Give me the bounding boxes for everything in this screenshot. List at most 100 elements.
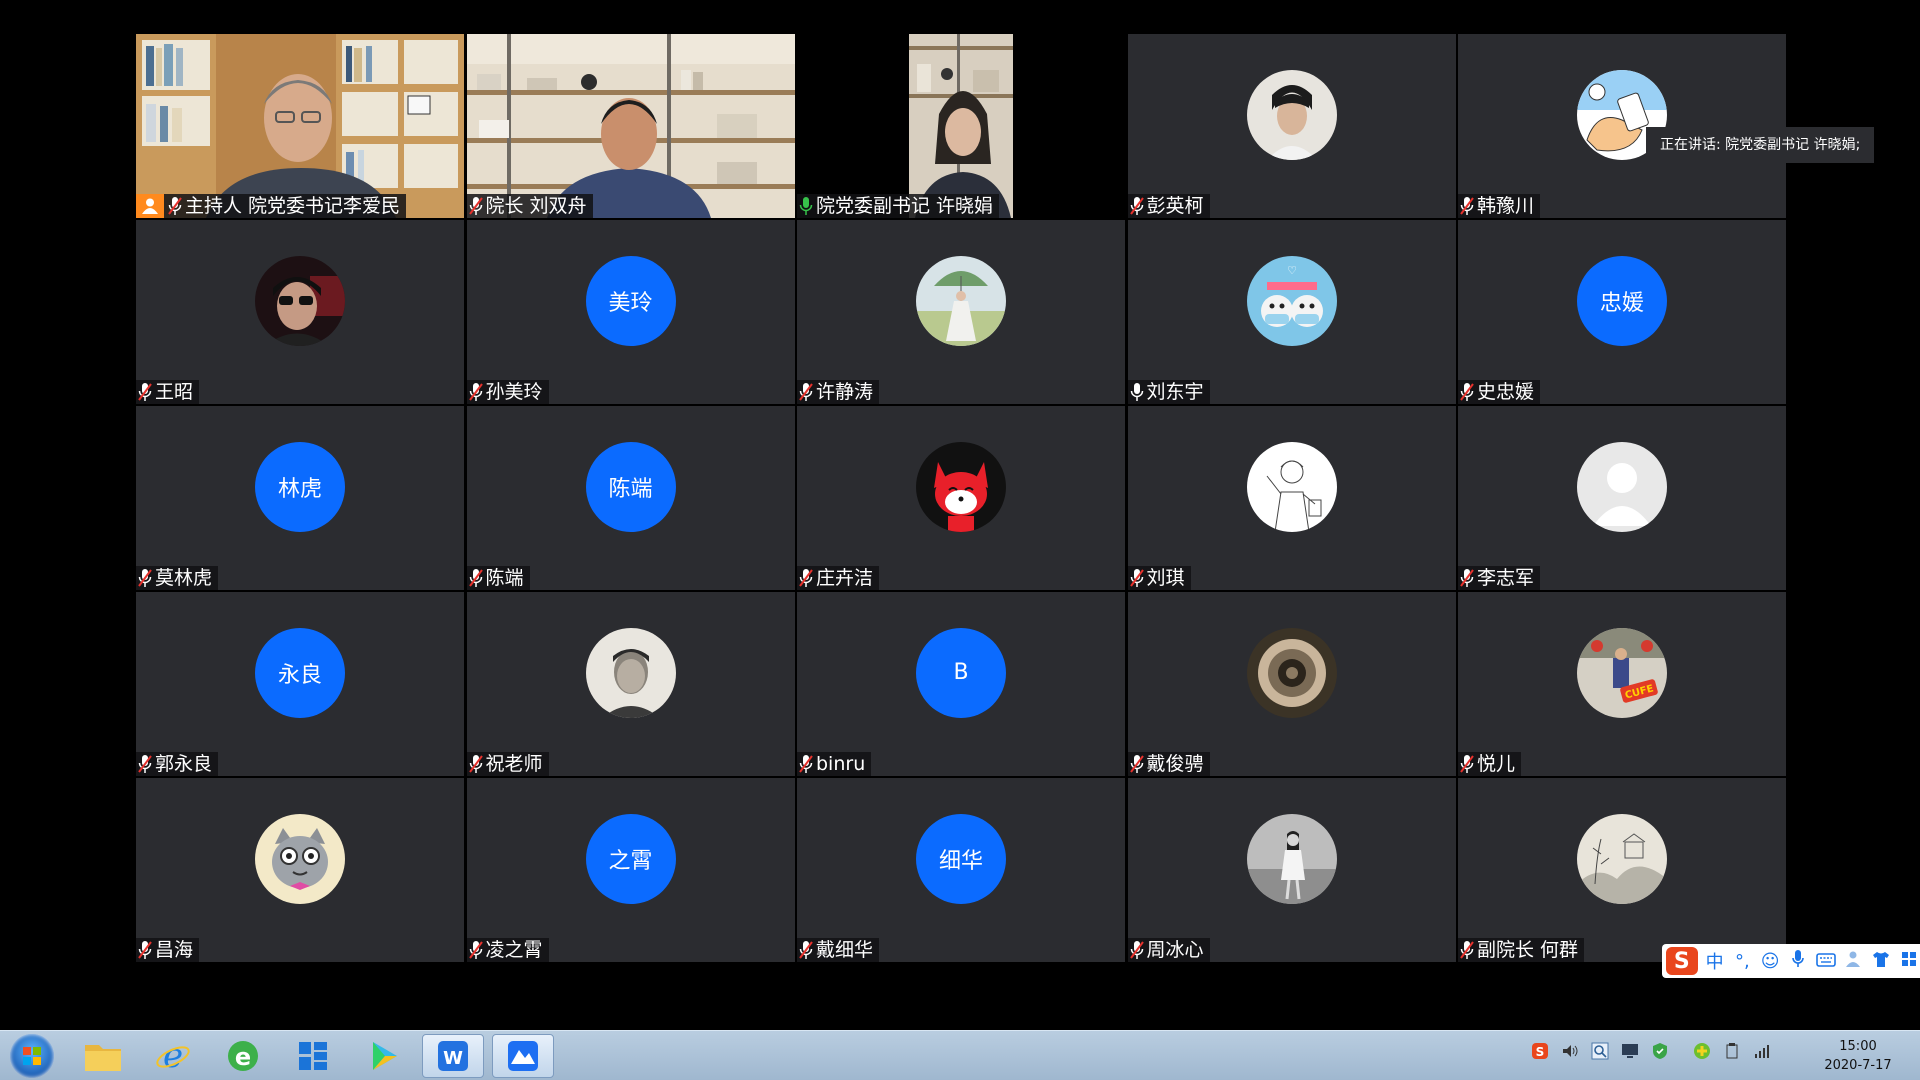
participant-video [797,34,1125,218]
mic-muted-icon [1460,568,1477,588]
screen: 主持人 院党委书记李爱民 院长 刘双舟 院党委副书记 许晓娟 彭英柯 韩豫川 王昭 美玲 孙美… [0,0,1920,1080]
participant-tile[interactable]: 李志军 [1458,406,1786,590]
avatar-initials: 林虎 [255,441,345,532]
mic-muted-icon [468,568,486,588]
participant-name-bar: binru [797,752,872,776]
ie-green-icon[interactable]: e [212,1034,274,1078]
svg-text:♡: ♡ [1287,264,1297,277]
avatar [916,441,1006,532]
avatar [585,627,676,718]
mic-muted-icon [1129,568,1147,588]
sogou-logo-icon[interactable]: S [1666,947,1698,975]
participant-tile[interactable]: 许静涛 [797,220,1125,404]
system-tray: S [1530,1041,1772,1061]
mic-muted-icon [1460,382,1477,402]
participant-tile[interactable]: 院长 刘双舟 [466,34,795,218]
participant-tile[interactable]: 院党委副书记 许晓娟 [797,34,1125,218]
participant-name-bar: 庄卉洁 [797,566,880,590]
shield-icon[interactable] [1650,1041,1670,1061]
participant-name-bar: 戴细华 [797,938,880,962]
svg-text:S: S [1536,1045,1545,1059]
file-explorer-icon[interactable] [72,1034,134,1078]
signal-icon[interactable] [1752,1041,1772,1061]
wps-icon[interactable]: W [422,1034,484,1078]
participant-tile[interactable]: 主持人 院党委书记李爱民 [136,34,464,218]
participant-name: 周冰心 [1146,939,1204,961]
participant-name: binru [816,753,866,775]
mic-muted-icon [468,754,486,774]
speaking-notice: 正在讲话: 院党委副书记 许晓娟; [1646,127,1875,163]
avatar [1246,441,1337,532]
participant-tile[interactable]: 林虎 莫林虎 [136,406,464,590]
participant-name: 彭英柯 [1146,195,1204,217]
avatar [255,255,345,346]
participant-tile[interactable]: Bbinru [797,592,1125,776]
participant-name: 院党委副书记 许晓娟 [816,195,994,217]
svg-text:W: W [443,1048,463,1069]
ime-skin-shirt-icon[interactable] [1870,950,1892,973]
avatar [1246,69,1337,160]
internet-explorer-icon[interactable]: e [142,1034,204,1078]
mic-muted-icon [799,568,816,588]
participant-name-bar: 史忠媛 [1458,380,1541,404]
participant-name-bar: 祝老师 [466,752,549,776]
tencent-meeting-icon[interactable] [492,1034,554,1078]
display-icon[interactable] [1620,1041,1640,1061]
participant-tile[interactable]: 王昭 [136,220,464,404]
mic-icon [1130,382,1147,402]
participant-tile[interactable]: 戴俊骋 [1127,592,1456,776]
ime-keyboard-icon[interactable] [1815,951,1837,972]
avatar [1577,441,1667,532]
participant-tile[interactable]: 陈端 陈端 [466,406,795,590]
participant-tile[interactable]: 祝老师 [466,592,795,776]
participant-tile[interactable]: CUFE 悦儿 [1458,592,1786,776]
participant-tile[interactable]: 昌海 [136,778,464,962]
mic-muted-icon [1460,940,1477,960]
participant-name: 主持人 院党委书记李爱民 [185,195,401,217]
participant-tile[interactable]: 刘琪 [1127,406,1456,590]
participant-name-bar: 凌之霄 [466,938,549,962]
start-icon[interactable] [10,1034,54,1078]
ime-emoji-icon[interactable]: ☺ [1759,951,1781,972]
participant-tile[interactable]: 副院长 何群 [1458,778,1786,962]
ime-person-icon[interactable] [1843,950,1865,973]
participant-name-bar: 孙美玲 [466,380,549,404]
ime-chinese-mode[interactable]: 中 [1704,948,1726,974]
ime-mic-icon[interactable] [1787,949,1809,974]
ime-toolbar[interactable]: S 中 °, ☺ [1662,944,1920,978]
participant-tile[interactable]: 韩豫川 [1458,34,1786,218]
mic-active-icon [799,196,816,216]
mic-muted-icon [138,568,155,588]
ime-toolbox-grid-icon[interactable] [1898,951,1920,972]
participant-name: 李志军 [1477,567,1535,589]
participant-name-bar: 悦儿 [1458,752,1522,776]
participant-tile[interactable]: 细华 戴细华 [797,778,1125,962]
participant-tile[interactable]: 周冰心 [1127,778,1456,962]
participant-tile[interactable]: 忠媛 史忠媛 [1458,220,1786,404]
participant-tile[interactable]: ♡ 刘东宇 [1127,220,1456,404]
network-plus-icon[interactable] [1692,1041,1712,1061]
sogou-tray-icon[interactable]: S [1530,1041,1550,1061]
participant-video [466,34,795,218]
volume-icon[interactable] [1560,1041,1580,1061]
participant-tile[interactable]: 美玲孙美玲 [466,220,795,404]
clock-date: 2020-7-17 [1824,1058,1892,1073]
clock[interactable]: 15:00 2020-7-17 [1808,1037,1908,1075]
mic-muted-icon [799,382,816,402]
player-icon[interactable] [352,1034,414,1078]
tiles-icon[interactable] [282,1034,344,1078]
participant-tile[interactable]: 庄卉洁 [797,406,1125,590]
participant-name-bar: 副院长 何群 [1458,938,1585,962]
ime-punctuation[interactable]: °, [1731,951,1753,972]
avatar [1577,813,1667,904]
participant-name-bar: 李志军 [1458,566,1541,590]
participant-tile[interactable]: 彭英柯 [1127,34,1456,218]
search-tray-icon[interactable] [1590,1041,1610,1061]
participant-tile[interactable]: 之霄 凌之霄 [466,778,795,962]
participant-name: 凌之霄 [485,939,543,961]
participant-tile[interactable]: 永良 郭永良 [136,592,464,776]
participant-name: 郭永良 [155,753,213,775]
device-icon[interactable] [1722,1041,1742,1061]
mic-muted-icon [1129,196,1147,216]
avatar-initials: 美玲 [585,255,676,346]
